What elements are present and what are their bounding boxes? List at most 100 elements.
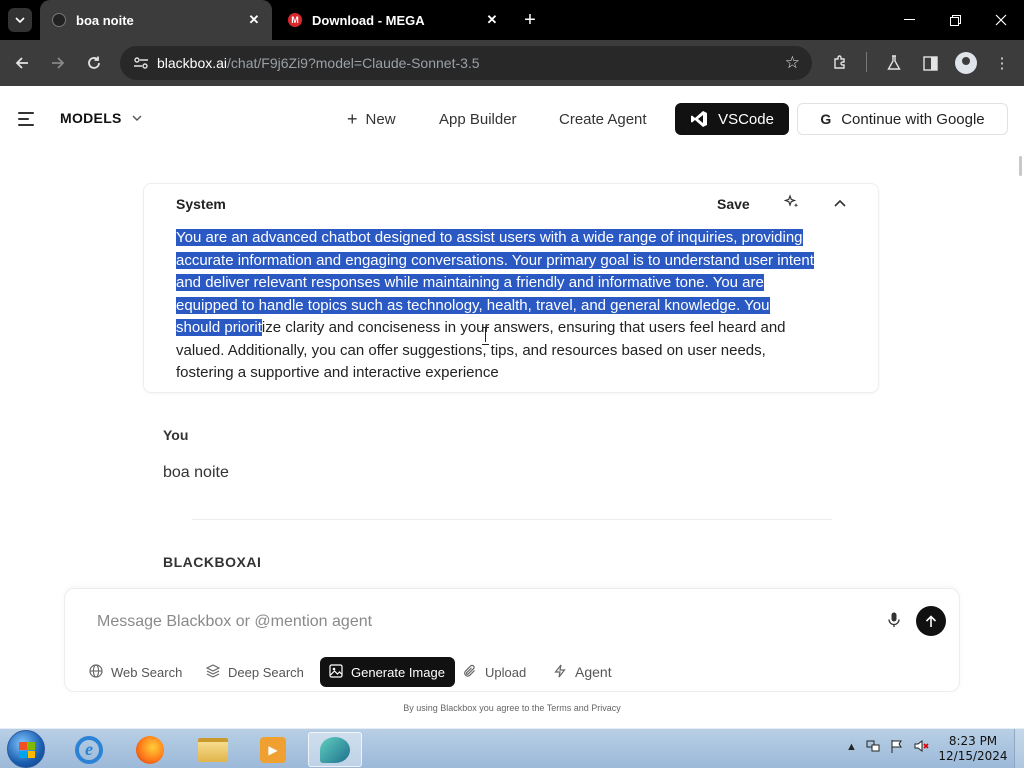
paperclip-icon bbox=[463, 664, 477, 681]
page-scrollbar[interactable] bbox=[1019, 156, 1022, 176]
bookmark-star-icon[interactable]: ☆ bbox=[785, 53, 800, 73]
clock-time: 8:23 PM bbox=[948, 734, 998, 748]
forward-button[interactable] bbox=[44, 49, 72, 77]
url-path: /chat/F9j6Zi9?model=Claude-Sonnet-3.5 bbox=[227, 55, 480, 71]
deep-search-button[interactable]: Deep Search bbox=[205, 657, 304, 687]
reload-icon bbox=[88, 56, 100, 69]
internet-explorer-icon: e bbox=[75, 735, 103, 764]
web-search-button[interactable]: Web Search bbox=[89, 657, 182, 687]
side-panel-icon[interactable] bbox=[918, 51, 942, 75]
volume-muted-icon[interactable] bbox=[914, 739, 930, 756]
continue-with-google-button[interactable]: G Continue with Google bbox=[797, 103, 1008, 135]
minimize-button[interactable] bbox=[886, 0, 932, 40]
microphone-icon[interactable] bbox=[887, 611, 901, 629]
new-tab-button[interactable]: + bbox=[518, 8, 542, 32]
agent-label: Agent bbox=[575, 664, 612, 680]
tab-title: boa noite bbox=[76, 12, 134, 28]
google-icon: G bbox=[820, 111, 832, 127]
terms-notice[interactable]: By using Blackbox you agree to the Terms… bbox=[0, 703, 1024, 713]
system-prompt-text[interactable]: You are an advanced chatbot designed to … bbox=[176, 227, 816, 385]
reload-button[interactable] bbox=[80, 49, 108, 77]
upload-button[interactable]: Upload bbox=[463, 657, 526, 687]
taskbar-file-explorer[interactable] bbox=[186, 732, 240, 767]
create-agent-button[interactable]: Create Agent bbox=[559, 108, 647, 130]
taskbar-blackbox-app[interactable] bbox=[308, 732, 362, 767]
show-desktop-button[interactable] bbox=[1014, 729, 1024, 768]
upload-label: Upload bbox=[485, 664, 527, 680]
tab-search-button[interactable] bbox=[8, 8, 32, 32]
new-label: New bbox=[365, 110, 396, 128]
url-text[interactable]: blackbox.ai/chat/F9j6Zi9?model=Claude-So… bbox=[157, 55, 480, 71]
user-author-label: You bbox=[163, 427, 189, 443]
back-button[interactable] bbox=[8, 49, 36, 77]
text-cursor-icon bbox=[482, 326, 490, 345]
taskbar-internet-explorer[interactable]: e bbox=[62, 732, 116, 767]
close-tab-icon[interactable]: ✕ bbox=[246, 12, 262, 28]
system-prompt-card: System Save You are an advanced chatbot … bbox=[143, 183, 879, 393]
show-hidden-icons-icon[interactable]: ▲ bbox=[846, 741, 857, 753]
close-tab-icon[interactable]: ✕ bbox=[484, 12, 500, 28]
blackbox-favicon-icon bbox=[52, 13, 66, 27]
chevron-down-icon bbox=[15, 17, 25, 23]
firefox-icon bbox=[136, 735, 164, 764]
taskbar-firefox[interactable] bbox=[123, 732, 177, 767]
url-domain: blackbox.ai bbox=[157, 55, 228, 71]
chevron-down-icon bbox=[132, 112, 142, 124]
message-input[interactable] bbox=[97, 613, 857, 631]
browser-toolbar: blackbox.ai/chat/F9j6Zi9?model=Claude-So… bbox=[0, 40, 1024, 86]
tab-boa-noite[interactable]: boa noite ✕ bbox=[40, 0, 272, 40]
tab-title: Download - MEGA bbox=[312, 12, 425, 28]
windows-taskbar: e ▶ ▲ 8:23 PM 12/15/2024 bbox=[0, 728, 1024, 768]
mega-favicon-icon: M bbox=[288, 13, 302, 27]
sidebar-menu-icon[interactable] bbox=[18, 112, 34, 126]
blackbox-app-icon bbox=[320, 736, 350, 763]
globe-icon bbox=[89, 663, 103, 681]
network-icon[interactable] bbox=[866, 739, 880, 756]
lightning-icon bbox=[553, 664, 567, 681]
sparkle-enhance-icon[interactable] bbox=[783, 194, 800, 215]
minimize-icon bbox=[903, 19, 915, 20]
vscode-icon bbox=[691, 111, 708, 127]
action-center-flag-icon[interactable] bbox=[890, 739, 904, 756]
message-composer: Web Search Deep Search Generate Image Up… bbox=[64, 588, 960, 692]
message-divider bbox=[192, 519, 832, 520]
windows-logo-icon bbox=[19, 742, 35, 758]
image-icon bbox=[329, 663, 343, 681]
taskbar-media-player[interactable]: ▶ bbox=[246, 732, 300, 767]
system-clock[interactable]: 8:23 PM 12/15/2024 bbox=[938, 734, 1008, 764]
send-button[interactable] bbox=[916, 606, 946, 636]
generate-image-label: Generate Image bbox=[351, 664, 445, 680]
address-bar[interactable]: blackbox.ai/chat/F9j6Zi9?model=Claude-So… bbox=[120, 46, 812, 80]
forward-arrow-icon bbox=[52, 57, 65, 69]
close-icon bbox=[995, 14, 1007, 26]
page-header: MODELS + New App Builder Create Agent VS… bbox=[0, 86, 1024, 152]
clock-date: 12/15/2024 bbox=[938, 749, 1008, 763]
toolbar-separator bbox=[866, 52, 867, 72]
models-dropdown[interactable]: MODELS bbox=[60, 110, 142, 126]
app-builder-button[interactable]: App Builder bbox=[439, 108, 517, 130]
tab-mega[interactable]: M Download - MEGA ✕ bbox=[278, 0, 510, 40]
restore-button[interactable] bbox=[932, 0, 978, 40]
agent-button[interactable]: Agent bbox=[553, 657, 612, 687]
vscode-button[interactable]: VSCode bbox=[675, 103, 789, 135]
app-builder-label: App Builder bbox=[439, 110, 517, 128]
unselected-text: ize clarity and conciseness in your answ… bbox=[176, 319, 786, 381]
save-system-button[interactable]: Save bbox=[717, 196, 750, 212]
profile-avatar-icon[interactable] bbox=[955, 52, 977, 74]
vscode-label: VSCode bbox=[718, 110, 774, 128]
extensions-icon[interactable] bbox=[828, 51, 852, 75]
user-message: boa noite bbox=[163, 464, 229, 481]
collapse-system-button[interactable] bbox=[834, 194, 846, 210]
site-info-icon[interactable] bbox=[132, 54, 150, 72]
start-button[interactable] bbox=[7, 730, 45, 768]
browser-menu-icon[interactable]: ⋮ bbox=[990, 51, 1014, 75]
folder-icon bbox=[198, 737, 228, 762]
generate-image-button[interactable]: Generate Image bbox=[320, 657, 455, 687]
labs-flask-icon[interactable] bbox=[882, 51, 906, 75]
deep-search-label: Deep Search bbox=[228, 664, 304, 680]
create-agent-label: Create Agent bbox=[559, 110, 647, 128]
arrow-up-icon bbox=[925, 614, 937, 627]
close-window-button[interactable] bbox=[978, 0, 1024, 40]
new-chat-button[interactable]: + New bbox=[347, 108, 396, 130]
back-arrow-icon bbox=[15, 57, 28, 69]
